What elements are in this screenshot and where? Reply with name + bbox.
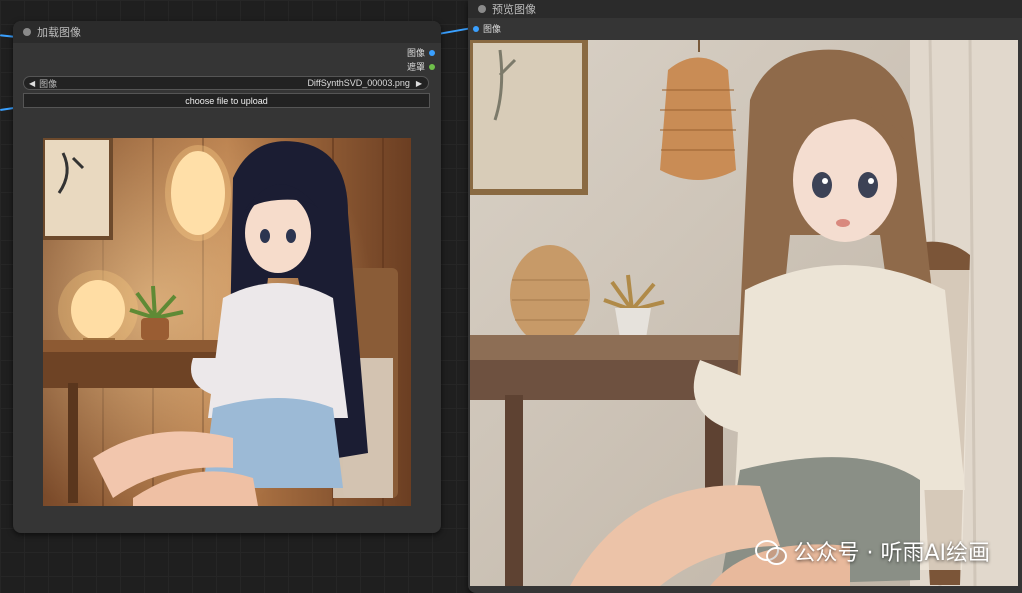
collapse-icon[interactable]	[23, 28, 31, 36]
watermark-text: 公众号 · 听雨AI绘画	[793, 541, 990, 566]
output-mask-label: 遮罩	[406, 62, 425, 72]
preview-image-node-header[interactable]: 预览图像	[468, 0, 1022, 18]
loaded-image	[43, 138, 411, 506]
preview-image	[470, 40, 1018, 586]
output-image-port[interactable]	[429, 49, 435, 56]
image-combo-widget[interactable]: ◀ 图像 DiffSynthSVD_00003.png ▶	[23, 76, 429, 90]
load-image-node[interactable]: 加载图像 图像 遮罩 ◀ 图像 DiffSynthSVD_00003.png ▶…	[13, 21, 441, 533]
wechat-icon	[755, 538, 788, 565]
preview-image-node[interactable]: 预览图像 图像	[468, 0, 1022, 593]
output-image-label: 图像	[406, 48, 425, 58]
triangle-left-icon[interactable]: ◀	[29, 79, 35, 88]
collapse-icon[interactable]	[478, 5, 486, 13]
input-image-port[interactable]	[473, 25, 479, 32]
load-image-node-title: 加载图像	[37, 27, 81, 39]
upload-button[interactable]: choose file to upload	[23, 93, 430, 108]
preview-image-node-title: 预览图像	[492, 4, 536, 16]
link-image-to-preview	[440, 27, 470, 35]
preview-image-illustration	[470, 40, 1018, 586]
link-left-top	[0, 34, 15, 38]
input-image-label: 图像	[483, 24, 502, 34]
output-mask-port[interactable]	[429, 63, 435, 70]
loaded-image-illustration	[43, 138, 411, 506]
load-image-node-header[interactable]: 加载图像	[13, 21, 441, 43]
image-combo-value: DiffSynthSVD_00003.png	[307, 78, 410, 88]
watermark: 公众号 · 听雨AI绘画	[755, 535, 990, 567]
link-left-bottom	[0, 107, 15, 111]
triangle-right-icon[interactable]: ▶	[416, 79, 422, 88]
output-image-row[interactable]: 图像	[407, 46, 435, 59]
output-mask-row[interactable]: 遮罩	[407, 60, 435, 73]
image-combo-label: 图像	[39, 78, 58, 89]
input-image-row[interactable]: 图像	[473, 22, 501, 35]
